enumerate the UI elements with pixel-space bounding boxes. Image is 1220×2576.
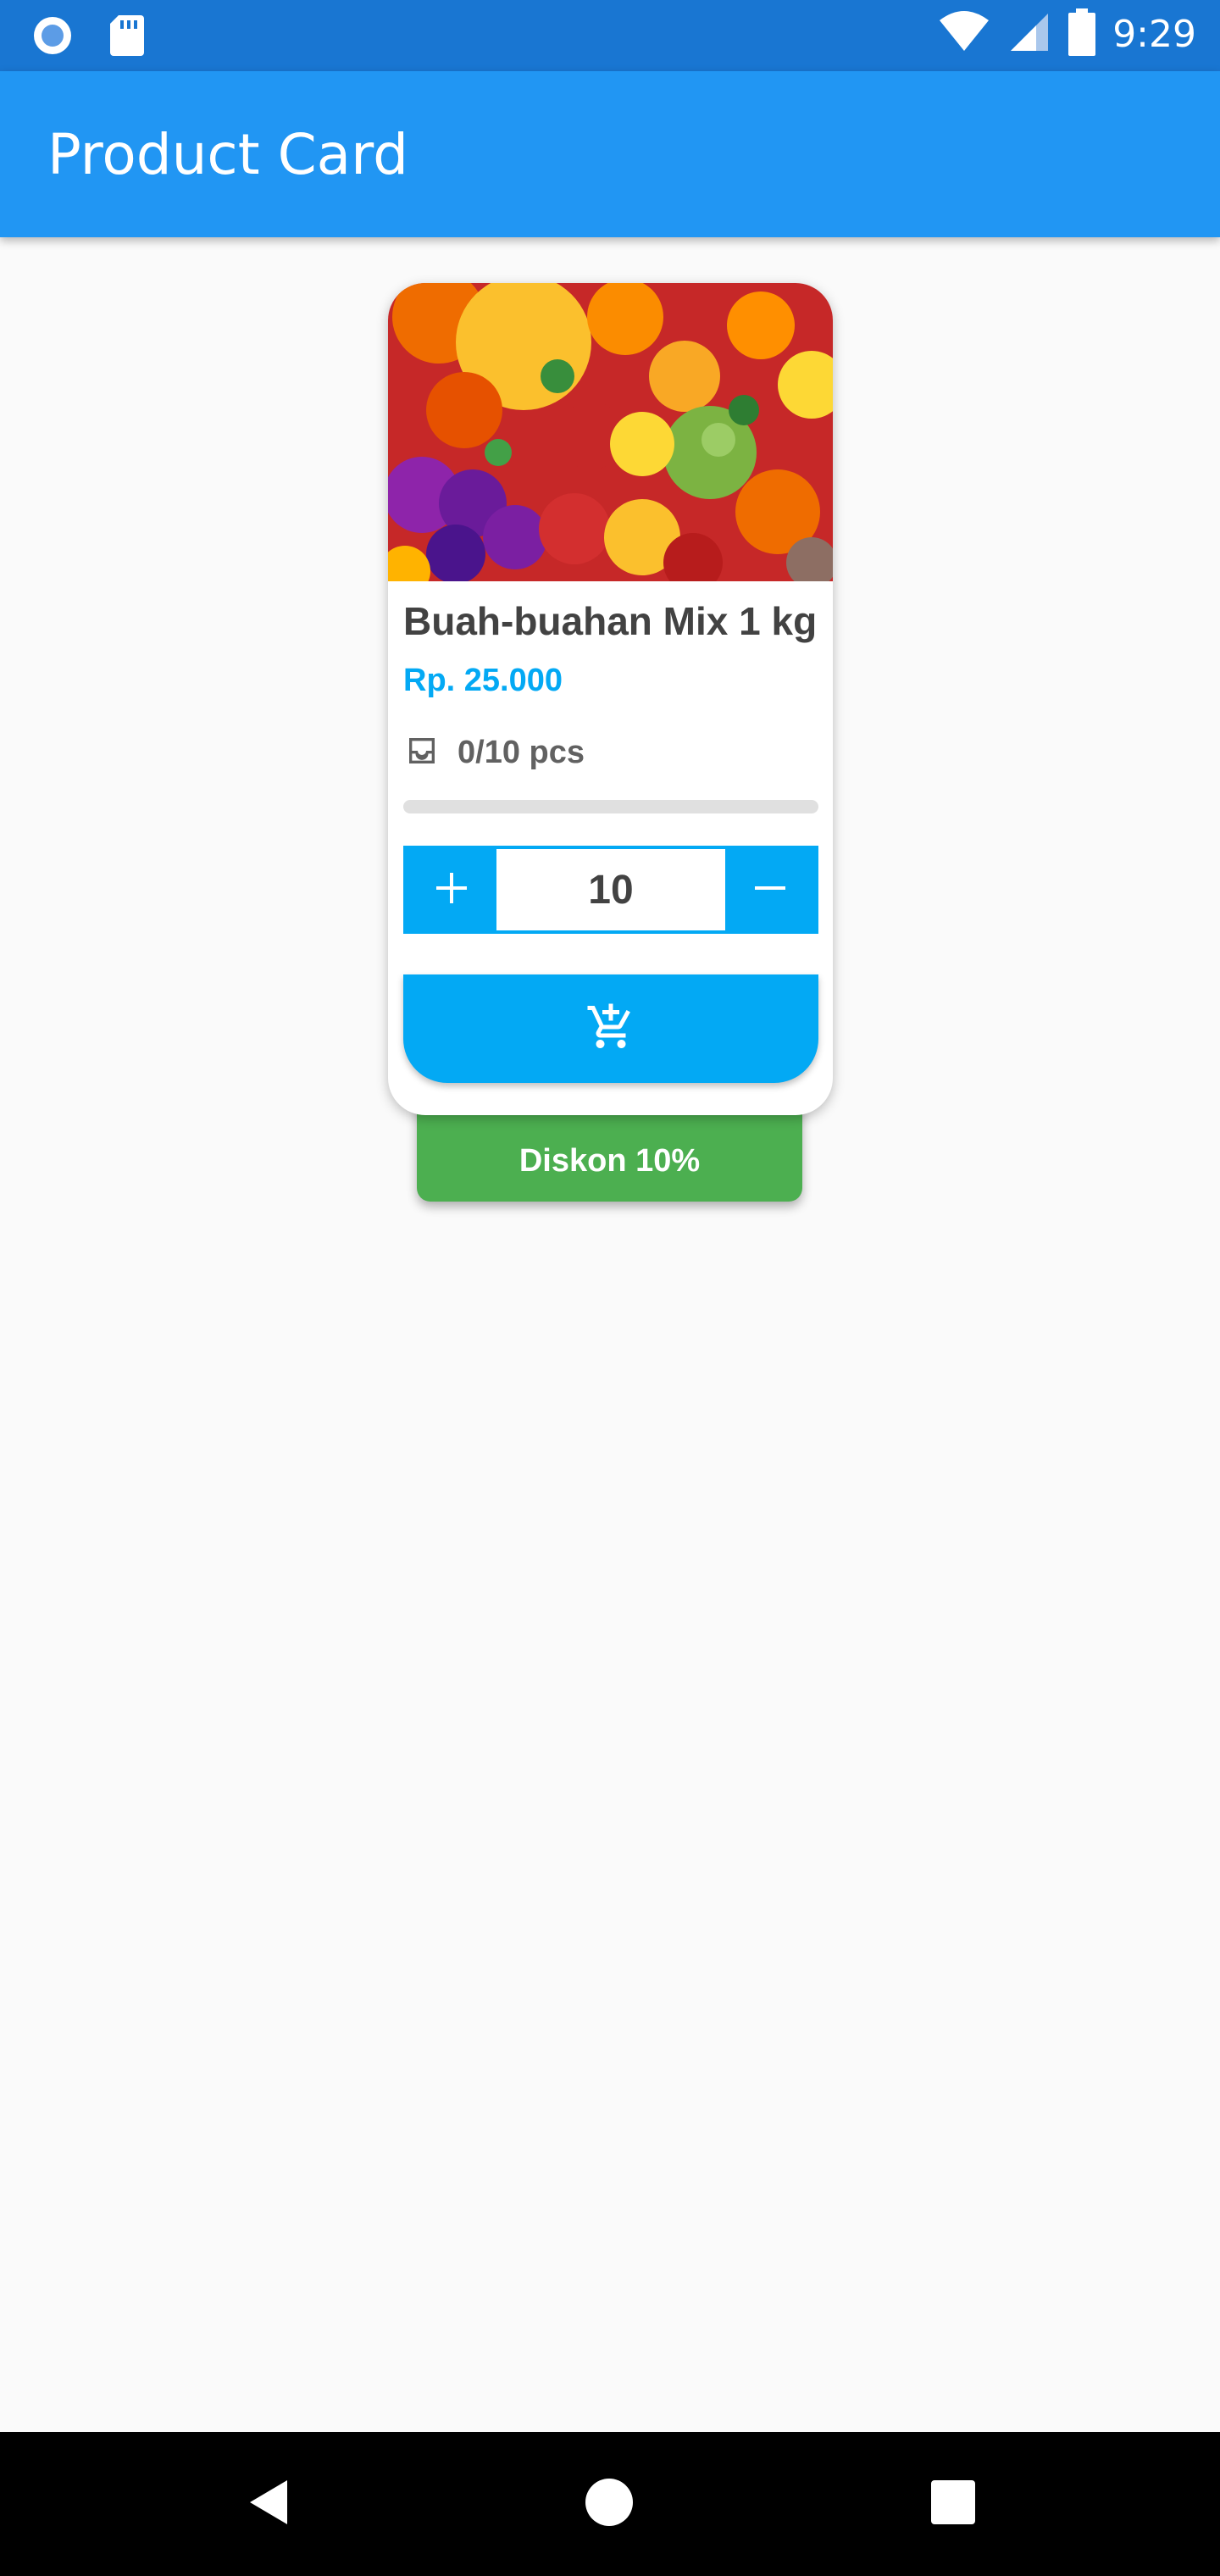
quantity-stepper: 10 — [403, 846, 818, 934]
decrement-button[interactable] — [725, 849, 815, 930]
status-left — [30, 14, 146, 62]
recents-icon — [929, 2479, 977, 2530]
add-shopping-cart-icon — [585, 1002, 636, 1057]
status-right: 9:29 — [938, 8, 1196, 60]
status-bar: 9:29 — [0, 0, 1220, 71]
inbox-icon — [405, 734, 439, 772]
battery-icon — [1068, 8, 1096, 60]
quantity-value[interactable]: 10 — [496, 849, 725, 930]
product-name: Buah-buahan Mix 1 kg — [403, 599, 818, 643]
add-to-cart-button[interactable] — [403, 974, 818, 1083]
stock-progress-bar — [403, 800, 818, 813]
app-bar: Product Card — [0, 71, 1220, 237]
home-icon — [584, 2477, 635, 2532]
recents-button[interactable] — [923, 2474, 983, 2534]
product-card[interactable]: Buah-buahan Mix 1 kg Rp. 25.000 0/10 pcs… — [388, 283, 833, 1115]
product-image — [388, 283, 833, 581]
home-button[interactable] — [580, 2474, 639, 2534]
back-button[interactable] — [239, 2474, 298, 2534]
product-price: Rp. 25.000 — [403, 663, 563, 698]
minus-icon — [753, 871, 787, 909]
increment-button[interactable] — [407, 849, 496, 930]
plus-icon — [435, 871, 469, 909]
wifi-icon — [938, 10, 990, 58]
stock-row: 0/10 pcs — [405, 734, 585, 772]
sd-card-icon — [108, 14, 146, 62]
back-icon — [243, 2477, 294, 2532]
record-icon — [30, 14, 75, 62]
cell-signal-icon — [1007, 10, 1051, 58]
app-title: Product Card — [47, 122, 408, 187]
navigation-bar — [0, 2432, 1220, 2576]
stock-count: 0/10 pcs — [458, 735, 585, 770]
status-time: 9:29 — [1112, 13, 1196, 56]
